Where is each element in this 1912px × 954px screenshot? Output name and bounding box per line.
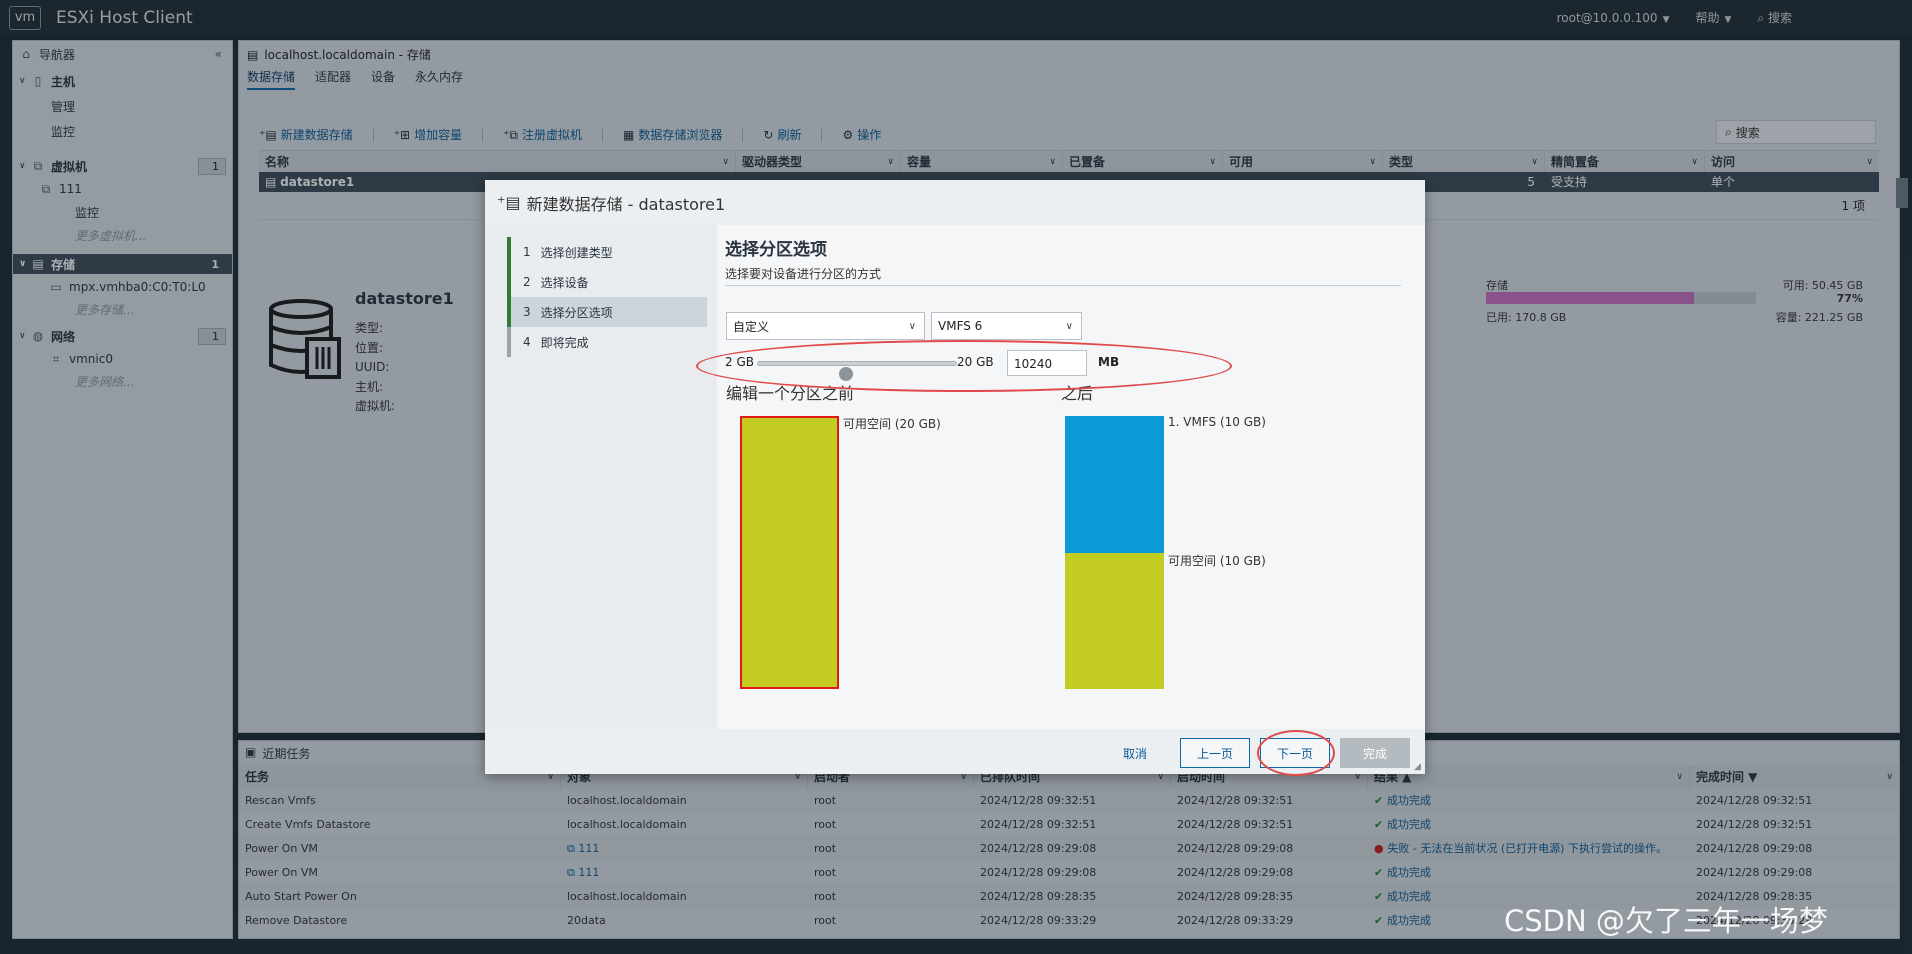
- step-number: 4: [523, 335, 531, 349]
- wizard-step-2[interactable]: 2 选择设备: [507, 267, 707, 297]
- partition-mode-select[interactable]: 自定义 ∨: [726, 312, 925, 340]
- chevron-down-icon: ∨: [1065, 320, 1073, 332]
- step-label: 选择创建类型: [540, 245, 613, 260]
- wizard-title: 新建数据存储 - datastore1: [526, 194, 726, 214]
- wizard-steps: 1 选择创建类型 2 选择设备 3 选择分区选项 4 即将完成: [485, 225, 717, 729]
- wizard-step-4[interactable]: 4 即将完成: [507, 327, 707, 357]
- after-free-label: 可用空间 (10 GB): [1168, 554, 1266, 568]
- new-datastore-icon: ⁺▤: [497, 193, 521, 212]
- wizard-step-3[interactable]: 3 选择分区选项: [507, 297, 707, 327]
- new-datastore-wizard: ⁺▤ 新建数据存储 - datastore1 1 选择创建类型 2 选择设备 3 选择分…: [485, 180, 1425, 774]
- csdn-watermark: CSDN @欠了三年一场梦: [1504, 904, 1828, 938]
- previous-button[interactable]: 上一页: [1180, 738, 1250, 768]
- after-vmfs-label: 1. VMFS (10 GB): [1168, 415, 1266, 429]
- step-label: 选择设备: [540, 275, 589, 290]
- annotation-ellipse: [696, 340, 1232, 392]
- section-description: 选择要对设备进行分区的方式: [725, 267, 882, 281]
- cancel-button[interactable]: 取消: [1105, 738, 1165, 768]
- step-label: 选择分区选项: [540, 305, 613, 320]
- step-number: 3: [523, 305, 531, 319]
- step-label: 即将完成: [540, 335, 589, 350]
- chevron-down-icon: ∨: [908, 320, 916, 332]
- after-free-space-bar: [1065, 553, 1164, 689]
- step-number: 1: [523, 245, 531, 259]
- section-title: 选择分区选项: [725, 240, 827, 260]
- vmfs-version-value: VMFS 6: [938, 319, 983, 333]
- partition-mode-value: 自定义: [733, 319, 770, 334]
- before-free-label: 可用空间 (20 GB): [843, 417, 941, 431]
- vmfs-version-select[interactable]: VMFS 6 ∨: [931, 312, 1082, 340]
- resize-handle-icon[interactable]: ◢: [1414, 762, 1421, 772]
- before-free-space-bar: [740, 416, 839, 689]
- wizard-title-bar: ⁺▤ 新建数据存储 - datastore1: [485, 180, 1425, 225]
- section-divider: [725, 285, 1401, 286]
- finish-button: 完成: [1340, 738, 1410, 768]
- annotation-circle: [1257, 730, 1335, 776]
- wizard-step-1[interactable]: 1 选择创建类型: [507, 237, 707, 267]
- step-number: 2: [523, 275, 531, 289]
- after-vmfs-partition-bar: [1065, 416, 1164, 553]
